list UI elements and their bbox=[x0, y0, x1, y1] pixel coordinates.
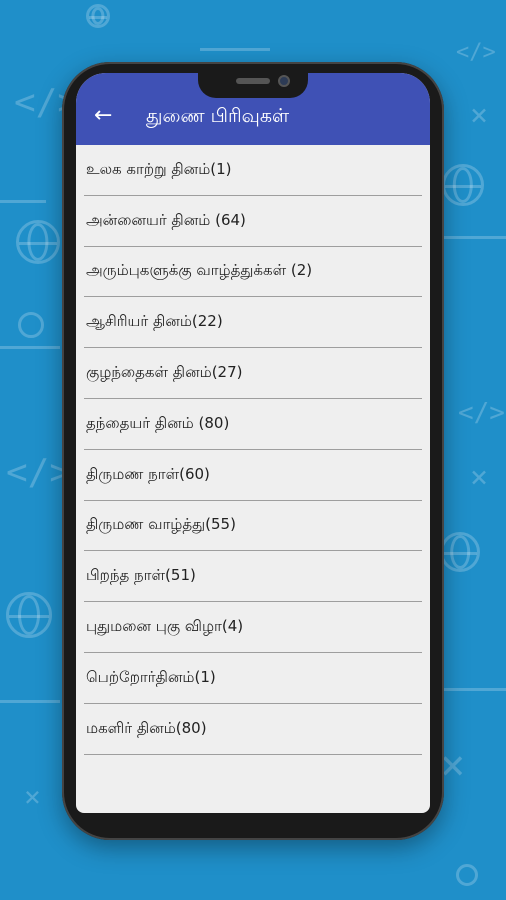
list-item[interactable]: புதுமனை புகு விழா(4) bbox=[84, 602, 422, 653]
line-decoration bbox=[0, 346, 60, 349]
circle-decoration bbox=[18, 312, 44, 338]
globe-icon bbox=[6, 592, 52, 638]
list-item[interactable]: உலக காற்று தினம்(1) bbox=[84, 145, 422, 196]
list-item[interactable]: திருமண வாழ்த்து(55) bbox=[84, 501, 422, 552]
list-item[interactable]: பெற்றோர்தினம்(1) bbox=[84, 653, 422, 704]
line-decoration bbox=[444, 236, 506, 239]
globe-icon bbox=[440, 532, 480, 572]
phone-notch bbox=[198, 66, 308, 98]
list-item[interactable]: அரும்புகளுக்கு வாழ்த்துக்கள் (2) bbox=[84, 247, 422, 298]
speaker bbox=[236, 78, 270, 84]
line-decoration bbox=[444, 688, 506, 691]
list-item[interactable]: பிறந்த நாள்(51) bbox=[84, 551, 422, 603]
globe-icon bbox=[86, 4, 110, 28]
close-icon: × bbox=[24, 780, 41, 813]
list-item[interactable]: அன்னையர் தினம் (64) bbox=[84, 196, 422, 247]
list-item[interactable]: ஆசிரியர் தினம்(22) bbox=[84, 297, 422, 349]
app-screen: ← துணை பிரிவுகள் உலக காற்று தினம்(1) அன்… bbox=[76, 73, 430, 813]
line-decoration bbox=[0, 200, 46, 203]
list-item[interactable]: திருமண நாள்(60) bbox=[84, 450, 422, 501]
list-item[interactable]: குழந்தைகள் தினம்(27) bbox=[84, 348, 422, 399]
circle-decoration bbox=[456, 864, 478, 886]
line-decoration bbox=[0, 700, 60, 703]
code-icon: </> bbox=[456, 40, 496, 65]
category-list: உலக காற்று தினம்(1) அன்னையர் தினம் (64) … bbox=[84, 145, 422, 755]
list-item[interactable]: மகளிர் தினம்(80) bbox=[84, 704, 422, 755]
page-title: துணை பிரிவுகள் bbox=[146, 105, 290, 127]
globe-icon bbox=[16, 220, 60, 264]
close-icon: × bbox=[470, 460, 489, 495]
close-icon: × bbox=[470, 98, 489, 133]
globe-icon bbox=[442, 164, 484, 206]
camera-icon bbox=[278, 75, 290, 87]
list-item[interactable]: தந்தையர் தினம் (80) bbox=[84, 399, 422, 450]
code-icon: </> bbox=[458, 398, 505, 428]
arrow-back-icon[interactable]: ← bbox=[94, 105, 116, 127]
line-decoration bbox=[200, 48, 270, 51]
